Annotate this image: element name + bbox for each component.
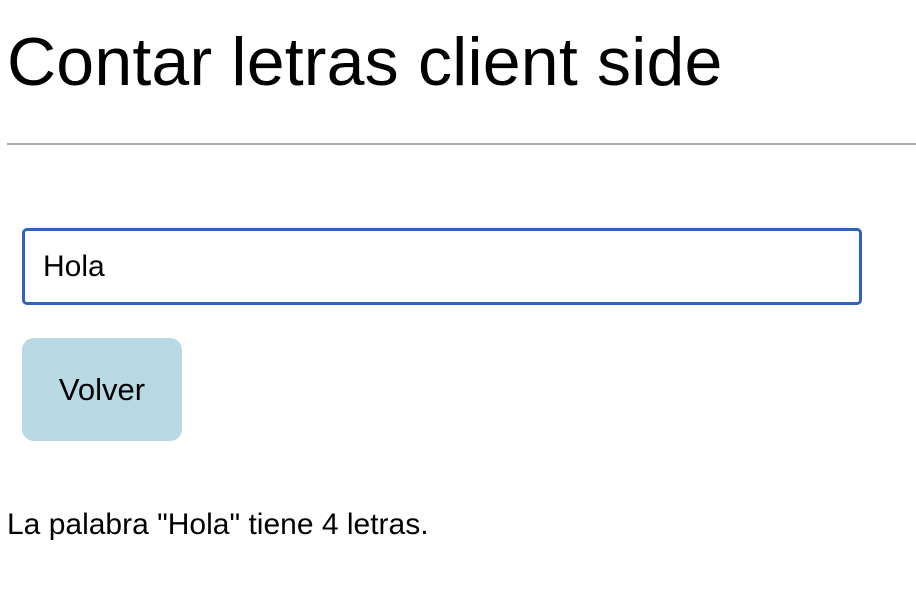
word-input[interactable]: [22, 228, 862, 305]
divider: [7, 143, 916, 145]
page: Contar letras client side Volver La pala…: [0, 0, 916, 592]
result-text: La palabra "Hola" tiene 4 letras.: [7, 508, 429, 541]
page-title: Contar letras client side: [7, 24, 723, 100]
back-button[interactable]: Volver: [22, 338, 182, 441]
